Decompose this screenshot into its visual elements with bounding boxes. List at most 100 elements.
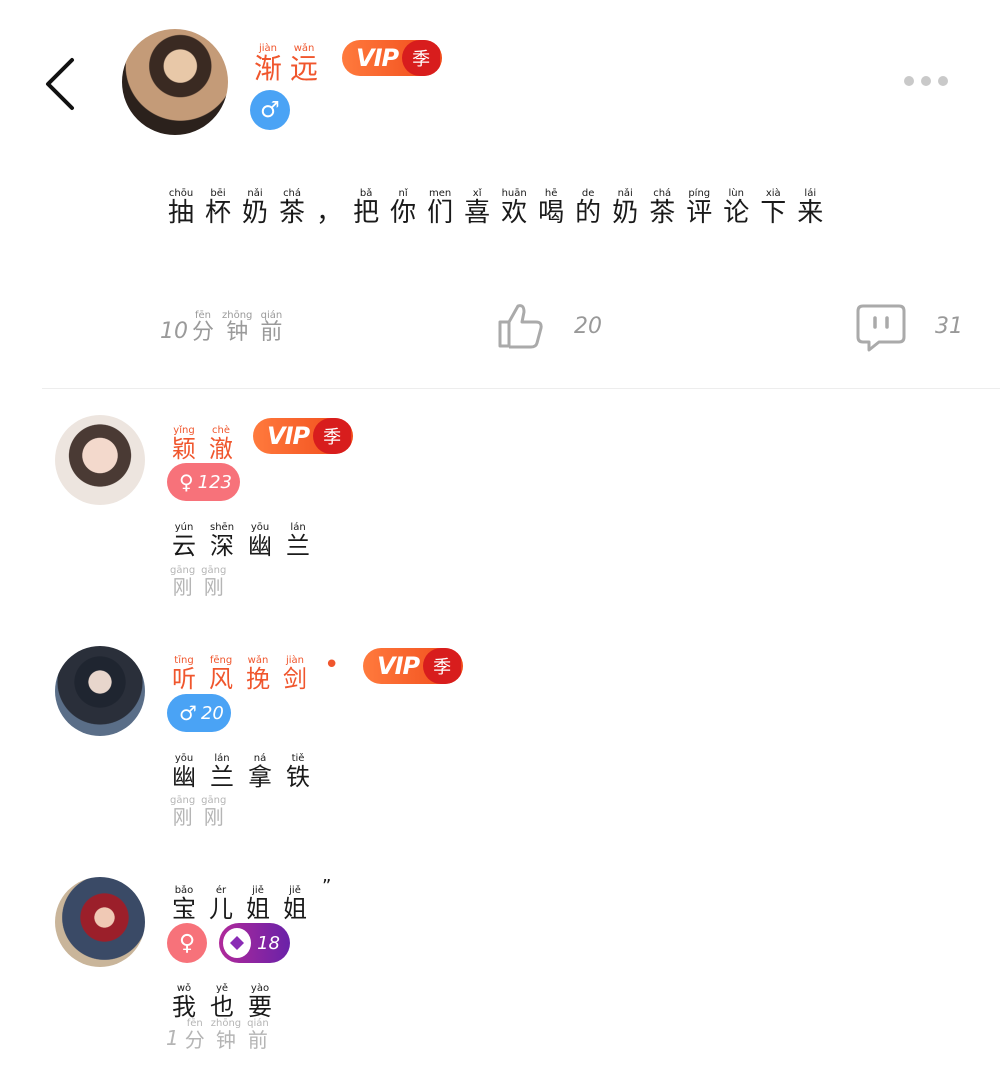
ruby-char: bǎ 把 (353, 188, 379, 226)
ruby-char: hē 喝 (538, 188, 564, 226)
hanzi: 前 (260, 320, 283, 345)
ruby-char: ná 拿 (248, 753, 272, 789)
commenter-name[interactable]: tīng 听 fēng 风 wǎn 挽 jiàn 剑 (172, 648, 320, 691)
hanzi: 铁 (286, 763, 310, 791)
like-count: 20 (574, 314, 602, 339)
comment-count: 31 (935, 314, 963, 339)
hanzi: 把 (353, 198, 380, 228)
hanzi: 挽 (246, 665, 270, 693)
comment-time: 1 fēn 分 zhōng 钟 qián 前 (166, 1018, 275, 1050)
commenter-avatar[interactable] (55, 877, 145, 967)
male-icon: ♂ (260, 97, 280, 123)
hanzi: 你 (390, 198, 417, 228)
hanzi: 茶 (279, 198, 306, 228)
comment-icon[interactable] (855, 303, 907, 353)
gender-level-badge: ♀ 123 (167, 463, 240, 501)
more-options-icon[interactable] (904, 76, 948, 86)
hanzi: 来 (797, 198, 824, 228)
hanzi: 听 (172, 665, 196, 693)
ruby-char: yǐng 颖 (172, 425, 196, 461)
hanzi: 姐 (283, 895, 307, 923)
ruby-char: tīng 听 (172, 655, 196, 691)
ruby-char: gāng 刚 (170, 565, 195, 597)
hanzi: 儿 (209, 895, 233, 923)
hanzi: 要 (248, 993, 272, 1021)
divider (42, 388, 1000, 389)
ruby-char: nǎi 奶 (612, 188, 638, 226)
vip-season-label: 季 (423, 648, 462, 684)
ruby-char: ， (316, 188, 342, 226)
ruby-char: shēn 深 (210, 522, 234, 558)
author-vip-badge[interactable]: VIP 季 (342, 40, 442, 76)
hanzi: 们 (427, 198, 454, 228)
ruby-char: ér 儿 (209, 885, 233, 921)
hanzi: 欢 (501, 198, 528, 228)
ruby-char: fēn 分 (185, 1018, 205, 1050)
ruby-char: wǎn 远 (290, 43, 318, 83)
vip-badge: VIP 季 (253, 418, 353, 454)
commenter-avatar[interactable] (55, 646, 145, 736)
hanzi: 刚 (203, 575, 224, 599)
hanzi: 远 (290, 52, 319, 85)
ruby-char: lán 兰 (210, 753, 234, 789)
ruby-char: bēi 杯 (205, 188, 231, 226)
hanzi: 的 (575, 198, 602, 228)
vip-label: VIP (377, 652, 420, 680)
ruby-char: yě 也 (210, 983, 234, 1019)
gender-level-badge: ♂ 20 (167, 694, 231, 732)
hanzi: 颖 (172, 435, 196, 463)
commenter-avatar[interactable] (55, 415, 145, 505)
ruby-char: lùn 论 (723, 188, 749, 226)
hanzi: 前 (247, 1028, 268, 1052)
ruby-char: fēn 分 (192, 310, 214, 344)
ruby-char: tiě 铁 (286, 753, 310, 789)
author-name[interactable]: jiàn 渐 wǎn 远 (254, 36, 326, 83)
hanzi: 渐 (254, 52, 283, 85)
ruby-char: zhōng 钟 (222, 310, 252, 344)
female-icon: ♀ (178, 930, 196, 956)
post-time: 10 fēn 分 zhōng 钟 qián 前 (160, 310, 290, 344)
commenter-name[interactable]: yǐng 颖 chè 澈 (172, 418, 246, 461)
hanzi: 杯 (205, 198, 232, 228)
like-icon[interactable] (496, 300, 544, 350)
ruby-char: píng 评 (686, 188, 712, 226)
level-number: 18 (257, 932, 280, 954)
ruby-char: qián 前 (247, 1018, 269, 1050)
ruby-char: jiàn 剑 (283, 655, 307, 691)
vip-season-label: 季 (402, 40, 441, 76)
hanzi: 云 (172, 532, 196, 560)
hanzi: 刚 (172, 805, 193, 829)
hanzi: 幽 (248, 532, 273, 560)
ruby-char: bǎo 宝 (172, 885, 196, 921)
hanzi: 刚 (203, 805, 224, 829)
author-avatar[interactable] (122, 29, 228, 135)
post-time-number: 10 (160, 319, 188, 344)
hanzi: 钟 (226, 320, 249, 345)
ruby-char: nǎi 奶 (242, 188, 268, 226)
hanzi: 拿 (248, 763, 272, 791)
ruby-char: jiě 姐 (246, 885, 270, 921)
hanzi: 评 (686, 198, 713, 228)
comment-time-number: 1 (166, 1026, 179, 1050)
hanzi: 奶 (242, 198, 269, 228)
comment-text: yōu 幽 lán 兰 ná 拿 tiě 铁 (172, 746, 324, 789)
diamond-level-badge: 18 (219, 923, 290, 963)
ruby-char: jiàn 渐 (254, 43, 282, 83)
hanzi: 姐 (246, 895, 270, 923)
ruby-char: wǒ 我 (172, 983, 196, 1019)
hanzi: 下 (760, 198, 787, 228)
ruby-char: xǐ 喜 (464, 188, 490, 226)
hanzi: 也 (210, 993, 234, 1021)
ruby-char: yún 云 (172, 522, 196, 558)
commenter-name[interactable]: bǎo 宝 ér 儿 jiě 姐 jiě 姐 (172, 878, 320, 921)
name-dot: • (324, 650, 340, 680)
back-icon[interactable] (40, 56, 84, 112)
ruby-char: yōu 幽 (172, 753, 196, 789)
ruby-char: chá 茶 (279, 188, 305, 226)
ruby-char: nǐ 你 (390, 188, 416, 226)
level-number: 20 (200, 702, 224, 724)
hanzi: 幽 (172, 763, 196, 791)
ruby-char: de 的 (575, 188, 601, 226)
author-gender-badge: ♂ (250, 90, 290, 130)
ruby-char: huān 欢 (501, 188, 527, 226)
